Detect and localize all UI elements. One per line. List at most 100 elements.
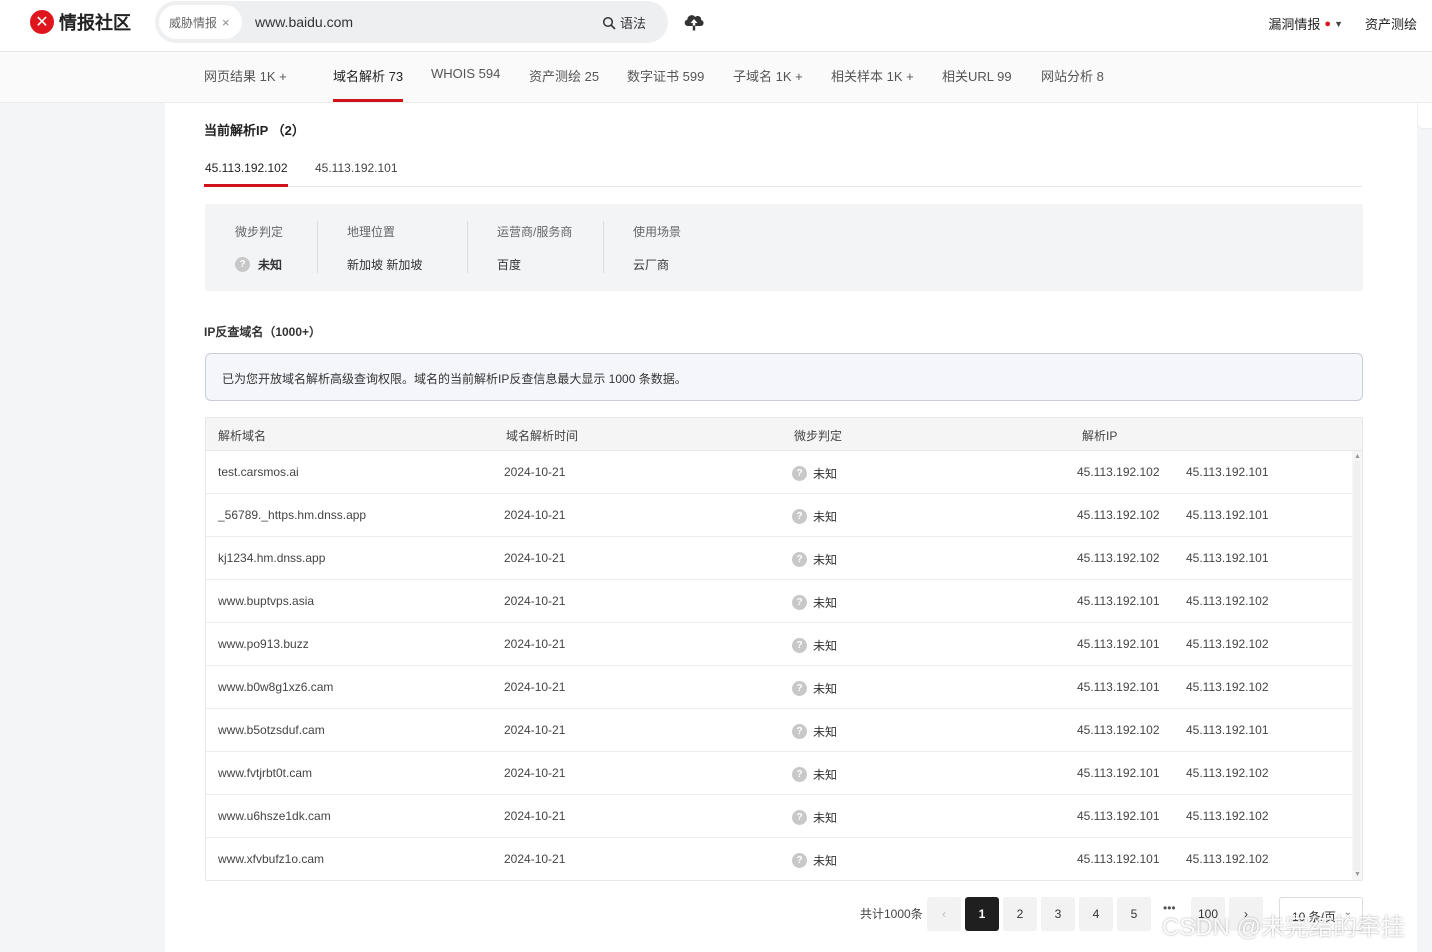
judge-cell: ? 未知 <box>792 594 837 611</box>
question-icon: ? <box>792 810 807 825</box>
question-icon: ? <box>792 552 807 567</box>
search-input[interactable] <box>255 12 585 32</box>
ip-cell[interactable]: 45.113.192.101 <box>1186 508 1269 522</box>
side-handle[interactable] <box>1417 103 1432 129</box>
judge-text: 未知 <box>813 682 838 696</box>
search-scope-tag[interactable]: 威胁情报 × <box>159 5 242 39</box>
domain-cell[interactable]: _56789._https.hm.dnss.app <box>218 508 366 522</box>
tab-site-analysis[interactable]: 网站分析 8 <box>1041 66 1104 85</box>
table-row[interactable]: kj1234.hm.dnss.app 2024-10-21? 未知 45.113.19… <box>206 537 1352 580</box>
tab-dns-resolution[interactable]: 域名解析 73 <box>333 66 403 85</box>
page-button-3[interactable]: 3 <box>1041 897 1075 931</box>
fire-icon: ● <box>1324 17 1332 30</box>
ip-cell[interactable]: 45.113.192.102 <box>1077 723 1160 737</box>
current-ip-title: 当前解析IP （2） <box>204 123 305 138</box>
ip-cell[interactable]: 45.113.192.101 <box>1077 680 1160 694</box>
page-button-1[interactable]: 1 <box>965 897 999 931</box>
scroll-up-icon[interactable]: ▲ <box>1354 453 1361 460</box>
ip-cell[interactable]: 45.113.192.102 <box>1186 852 1269 866</box>
question-icon: ? <box>792 767 807 782</box>
table-row[interactable]: www.u6hsze1dk.cam 2024-10-21? 未知 45.113.192… <box>206 795 1352 838</box>
judge-cell: ? 未知 <box>792 852 837 869</box>
table-row[interactable]: www.po913.buzz 2024-10-21? 未知 45.113.192.10… <box>206 623 1352 666</box>
ip-cell[interactable]: 45.113.192.102 <box>1077 508 1160 522</box>
total-count: 共计1000条 <box>860 907 923 921</box>
ip-cell[interactable]: 45.113.192.101 <box>1077 852 1160 866</box>
ip-cell[interactable]: 45.113.192.102 <box>1077 551 1160 565</box>
table-row[interactable]: test.carsmos.ai 2024-10-21? 未知 45.113.192.1… <box>206 451 1352 494</box>
table-row[interactable]: _56789._https.hm.dnss.app 2024-10-21? 未知 45… <box>206 494 1352 537</box>
domain-cell[interactable]: test.carsmos.ai <box>218 465 299 479</box>
ip-cell[interactable]: 45.113.192.102 <box>1186 809 1269 823</box>
ip-cell[interactable]: 45.113.192.102 <box>1077 465 1160 479</box>
nav-vuln-intel[interactable]: 漏洞情报 ● ▼ <box>1268 14 1343 33</box>
time-cell: 2024-10-21 <box>504 852 566 866</box>
ip-cell[interactable]: 45.113.192.102 <box>1186 766 1269 780</box>
divider <box>603 221 604 273</box>
question-icon: ? <box>792 638 807 653</box>
table-row[interactable]: www.b5otzsduf.cam 2024-10-21? 未知 45.113.192… <box>206 709 1352 752</box>
column-header-ip: 解析IP <box>1082 429 1118 443</box>
scroll-down-icon[interactable]: ▼ <box>1354 871 1361 878</box>
table-row[interactable]: www.buptvps.asia 2024-10-21? 未知 45.113.192.… <box>206 580 1352 623</box>
geo-value: 新加坡 新加坡 <box>347 258 423 272</box>
judge-text: 未知 <box>813 725 838 739</box>
table-row[interactable]: www.b0w8g1xz6.cam 2024-10-21? 未知 45.113.192… <box>206 666 1352 709</box>
close-icon[interactable]: × <box>222 15 230 30</box>
ip-cell[interactable]: 45.113.192.101 <box>1077 809 1160 823</box>
tab-asset-mapping[interactable]: 资产测绘 25 <box>529 66 599 85</box>
question-icon: ? <box>792 466 807 481</box>
tab-certificates[interactable]: 数字证书 599 <box>627 66 704 85</box>
nav-right: 漏洞情报 ● ▼ 资产测绘 <box>1268 14 1417 33</box>
scrollbar-thumb[interactable] <box>1354 461 1360 871</box>
ip-cell[interactable]: 45.113.192.101 <box>1077 766 1160 780</box>
table-scrollbar[interactable]: ▲ ▼ <box>1352 451 1362 880</box>
logo[interactable]: ✕ 情报社区 <box>30 9 131 35</box>
page-button-5[interactable]: 5 <box>1117 897 1151 931</box>
domain-cell[interactable]: www.xfvbufz1o.cam <box>218 852 324 866</box>
ip-cell[interactable]: 45.113.192.101 <box>1186 551 1269 565</box>
isp-value: 百度 <box>497 258 522 272</box>
ip-cell[interactable]: 45.113.192.102 <box>1186 594 1269 608</box>
tab-related-urls[interactable]: 相关URL 99 <box>942 66 1012 85</box>
page-button-2[interactable]: 2 <box>1003 897 1037 931</box>
ip-cell[interactable]: 45.113.192.102 <box>1186 680 1269 694</box>
prev-page-button[interactable]: ‹ <box>927 897 961 931</box>
nav-asset-mapping[interactable]: 资产测绘 <box>1365 14 1417 33</box>
column-header-judge: 微步判定 <box>794 429 843 443</box>
judge-cell: ? 未知 <box>792 551 837 568</box>
table-row[interactable]: www.fvtjrbt0t.cam 2024-10-21? 未知 45.113.192… <box>206 752 1352 795</box>
table-row[interactable]: www.xfvbufz1o.cam 2024-10-21 ? 未知 45.113.192… <box>206 838 1352 880</box>
time-cell: 2024-10-21 <box>504 766 566 780</box>
domain-cell[interactable]: www.po913.buzz <box>218 637 309 651</box>
tab-subdomains[interactable]: 子域名 1K + <box>733 66 803 85</box>
question-icon: ? <box>792 853 807 868</box>
ip-tab-1[interactable]: 45.113.192.102 <box>205 161 288 175</box>
result-tabs: 网页结果 1K + 域名解析 73 WHOIS 594 资产测绘 25 数字证书… <box>0 52 1432 103</box>
tab-related-samples[interactable]: 相关样本 1K + <box>831 66 914 85</box>
right-gutter <box>1417 103 1432 952</box>
isp-label: 运营商/服务商 <box>497 225 573 239</box>
ip-cell[interactable]: 45.113.192.101 <box>1077 637 1160 651</box>
tab-whois[interactable]: WHOIS 594 <box>431 66 500 81</box>
domain-cell[interactable]: www.b0w8g1xz6.cam <box>218 680 333 694</box>
question-icon: ? <box>235 257 250 272</box>
tab-web-results[interactable]: 网页结果 1K + <box>204 66 287 85</box>
domain-cell[interactable]: kj1234.hm.dnss.app <box>218 551 325 565</box>
ip-cell[interactable]: 45.113.192.101 <box>1186 723 1269 737</box>
domain-cell[interactable]: www.buptvps.asia <box>218 594 314 608</box>
chevron-down-icon: ▼ <box>1334 18 1343 29</box>
ip-cell[interactable]: 45.113.192.101 <box>1186 465 1269 479</box>
judge-cell: ? 未知 <box>792 809 837 826</box>
time-cell: 2024-10-21 <box>504 637 566 651</box>
ip-cell[interactable]: 45.113.192.102 <box>1186 637 1269 651</box>
domain-cell[interactable]: www.b5otzsduf.cam <box>218 723 325 737</box>
upload-cloud-icon[interactable] <box>682 10 706 35</box>
ip-tab-2[interactable]: 45.113.192.101 <box>315 161 398 175</box>
domain-cell[interactable]: www.fvtjrbt0t.cam <box>218 766 312 780</box>
syntax-button[interactable]: 语法 <box>602 13 646 32</box>
domain-cell[interactable]: www.u6hsze1dk.cam <box>218 809 331 823</box>
page-button-4[interactable]: 4 <box>1079 897 1113 931</box>
ip-cell[interactable]: 45.113.192.101 <box>1077 594 1160 608</box>
time-cell: 2024-10-21 <box>504 508 566 522</box>
